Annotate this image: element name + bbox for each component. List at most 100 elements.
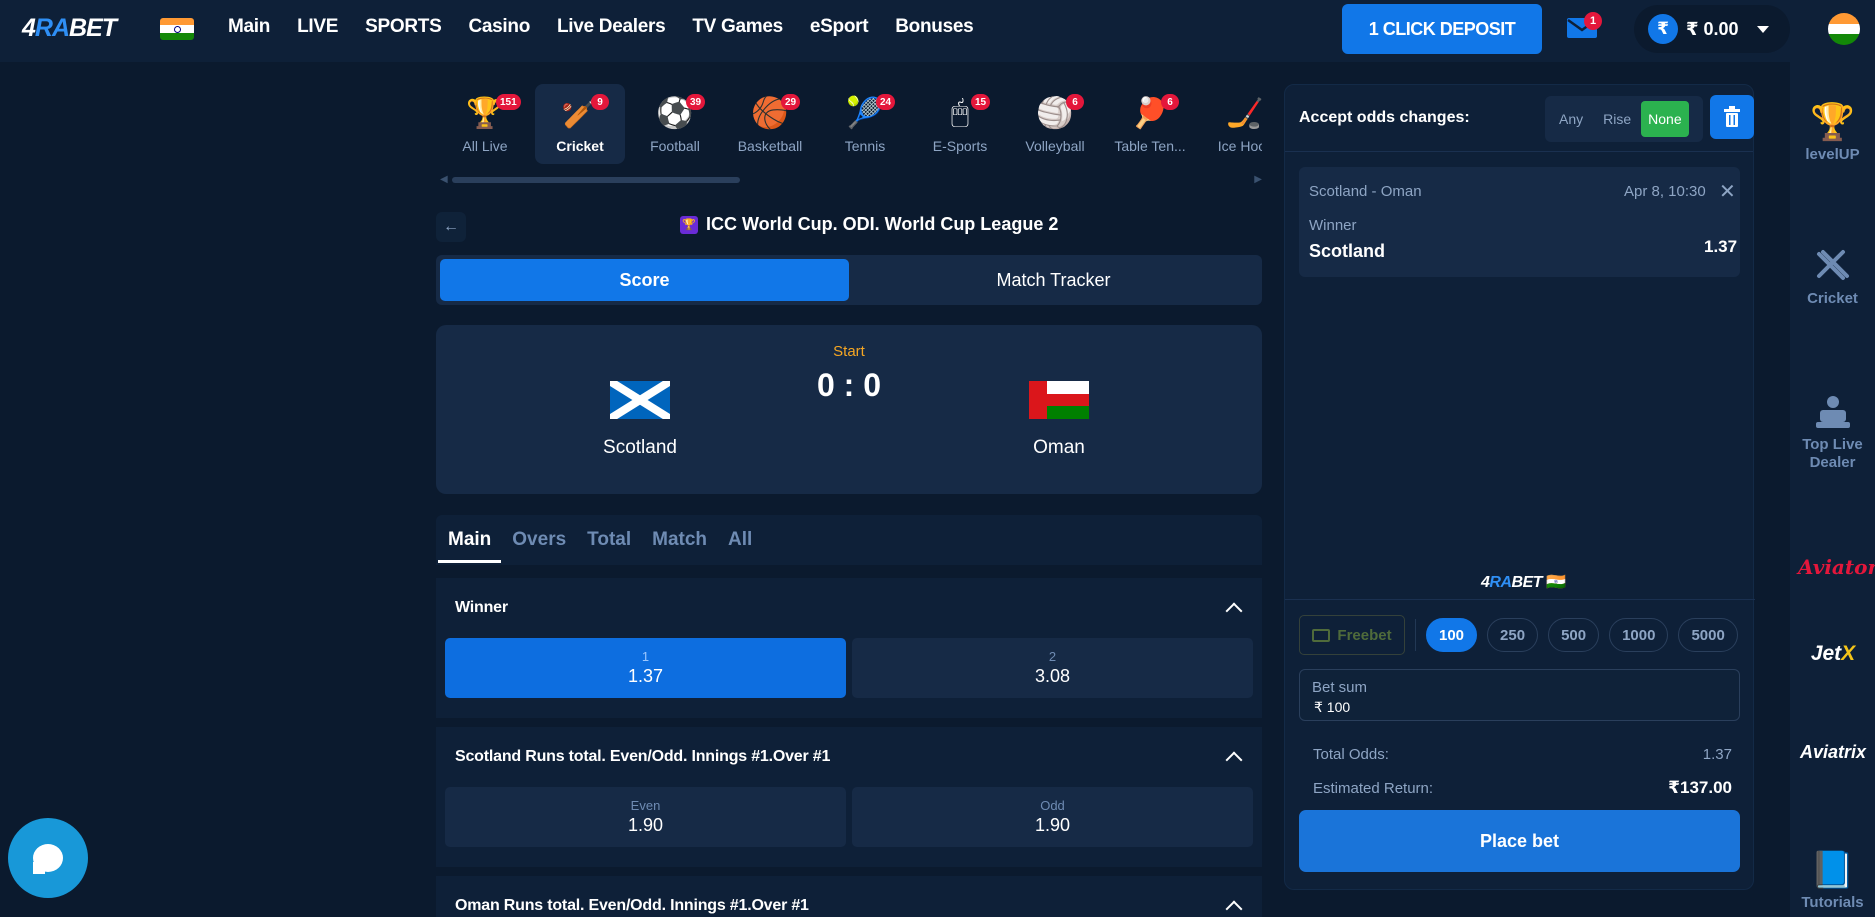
right-rail: 🏆 levelUP Cricket Top Live Dealer Aviator… [1790, 62, 1875, 917]
freebet-button[interactable]: Freebet [1299, 615, 1405, 655]
one-click-deposit-button[interactable]: 1 CLICK DEPOSIT [1342, 4, 1542, 54]
market-header[interactable]: Oman Runs total. Even/Odd. Innings #1.Ov… [436, 876, 1262, 917]
market-header[interactable]: Winner [436, 578, 1262, 638]
aviatrix-logo[interactable]: Aviatrix [1794, 742, 1872, 763]
stake-chip[interactable]: 5000 [1678, 618, 1738, 652]
bet-teams: Scotland - Oman [1309, 183, 1422, 200]
sport-count-badge: 6 [1066, 94, 1084, 110]
clear-slip-button[interactable] [1710, 95, 1754, 139]
team-name: Scotland [603, 437, 677, 458]
bet-sum-field[interactable]: Bet sum ₹ 100 [1299, 669, 1740, 721]
rail-levelup[interactable]: 🏆 levelUP [1790, 98, 1875, 164]
tab-match-tracker[interactable]: Match Tracker [849, 259, 1258, 301]
nav-live-dealers[interactable]: Live Dealers [557, 16, 666, 38]
team-home: Scotland [560, 381, 720, 459]
nav-live[interactable]: LIVE [297, 16, 338, 38]
sport-label: E-Sports [932, 138, 988, 154]
sport-count-badge: 24 [876, 94, 896, 110]
odd-button[interactable]: 1 1.37 [445, 638, 846, 698]
stake-chip[interactable]: 100 [1426, 618, 1478, 652]
sport-volleyball[interactable]: 🏐 6 Volleyball [1010, 84, 1100, 164]
sport-football[interactable]: ⚽ 39 Football [630, 84, 720, 164]
nav-bonuses[interactable]: Bonuses [895, 16, 973, 38]
jetx-logo[interactable]: JetX [1798, 642, 1868, 666]
sport-count-badge: 29 [781, 94, 801, 110]
site-logo[interactable]: 4RABET [22, 14, 117, 43]
avatar[interactable] [1828, 13, 1860, 45]
place-bet-button[interactable]: Place bet [1299, 810, 1740, 872]
sport-label: Volleyball [1025, 138, 1085, 154]
nav-casino[interactable]: Casino [468, 16, 530, 38]
sports-scrollbar[interactable]: ◀ ▶ [440, 174, 1262, 185]
accept-option-any[interactable]: Any [1549, 101, 1593, 137]
bet-time: Apr 8, 10:30 [1624, 183, 1706, 200]
tab-score[interactable]: Score [440, 259, 849, 301]
chevron-down-icon [1756, 25, 1769, 33]
sport-basketball[interactable]: 🏀 29 Basketball [725, 84, 815, 164]
sport-label: Tennis [844, 138, 886, 154]
market-header[interactable]: Scotland Runs total. Even/Odd. Innings #… [436, 727, 1262, 787]
match-state: Start [833, 343, 865, 360]
dealer-icon [1808, 388, 1858, 436]
trophy-icon: 🏆 [1810, 101, 1855, 142]
sport-table-tennis[interactable]: 🏓 6 Table Ten... [1105, 84, 1195, 164]
nav-esport[interactable]: eSport [810, 16, 869, 38]
estimated-return-value: ₹137.00 [1668, 778, 1732, 797]
scroll-right-icon[interactable]: ▶ [1254, 174, 1262, 185]
bet-market: Winner [1309, 217, 1357, 234]
sport-label: Football [650, 138, 700, 154]
oman-flag-icon [1029, 381, 1089, 420]
close-icon[interactable]: ✕ [1719, 179, 1736, 204]
back-button[interactable]: ← [436, 212, 466, 242]
sport-ice-hockey[interactable]: 🏒 Ice Hock [1200, 84, 1262, 164]
ticket-icon [1312, 628, 1331, 642]
chevron-up-icon[interactable] [1225, 602, 1243, 620]
tab-all[interactable]: All [728, 515, 752, 565]
tab-main[interactable]: Main [437, 515, 502, 565]
slip-header: Accept odds changes: Any Rise None [1285, 85, 1754, 152]
chat-button[interactable] [8, 818, 88, 898]
odd-button[interactable]: 2 3.08 [852, 638, 1253, 698]
odd-button[interactable]: Even 1.90 [445, 787, 846, 847]
scoreboard: Start 0 : 0 Scotland Oman [436, 325, 1262, 494]
sport-label: All Live [462, 138, 508, 154]
nav-sports[interactable]: SPORTS [365, 16, 442, 38]
tab-match[interactable]: Match [652, 515, 707, 565]
bet-pick: Scotland [1309, 241, 1386, 261]
sport-esports[interactable]: 🖱 15 E-Sports [915, 84, 1005, 164]
cricket-icon [1808, 242, 1858, 290]
rail-tutorials[interactable]: 📘 Tutorials [1790, 846, 1875, 912]
main-nav: Main LIVE SPORTS Casino Live Dealers TV … [228, 16, 1000, 38]
total-odds-value: 1.37 [1702, 745, 1732, 763]
balance-value: ₹ 0.00 [1686, 18, 1739, 39]
accept-option-none[interactable]: None [1641, 101, 1689, 137]
rail-cricket[interactable]: Cricket [1790, 242, 1875, 308]
chevron-up-icon[interactable] [1225, 751, 1243, 769]
sport-tennis[interactable]: 🎾 24 Tennis [820, 84, 910, 164]
india-flag-icon[interactable] [160, 18, 194, 40]
accept-option-rise[interactable]: Rise [1593, 101, 1641, 137]
market-scotland-even-odd: Scotland Runs total. Even/Odd. Innings #… [436, 727, 1262, 867]
bet-sum-value[interactable]: ₹ 100 [1314, 699, 1350, 716]
stake-chip[interactable]: 250 [1487, 618, 1539, 652]
sport-label: Table Ten... [1114, 138, 1186, 154]
sport-cricket[interactable]: 🏏 9 Cricket [535, 84, 625, 164]
balance-dropdown[interactable]: ₹ ₹ 0.00 [1634, 5, 1790, 53]
sport-count-badge: 9 [591, 94, 609, 110]
ice-hockey-icon: 🏒 [1226, 96, 1262, 130]
stake-chip[interactable]: 1000 [1609, 618, 1669, 652]
scrollbar-thumb[interactable] [452, 177, 740, 183]
rail-top-live-dealer[interactable]: Top Live Dealer [1790, 388, 1875, 472]
stake-chip[interactable]: 500 [1548, 618, 1600, 652]
aviator-logo[interactable]: Aviator [1798, 555, 1875, 579]
tab-total[interactable]: Total [587, 515, 631, 565]
market-title: Oman Runs total. Even/Odd. Innings #1.Ov… [455, 897, 809, 914]
chevron-up-icon[interactable] [1225, 900, 1243, 917]
nav-tv-games[interactable]: TV Games [692, 16, 783, 38]
odd-button[interactable]: Odd 1.90 [852, 787, 1253, 847]
trash-icon [1724, 106, 1740, 127]
tab-overs[interactable]: Overs [512, 515, 566, 565]
nav-main[interactable]: Main [228, 16, 270, 38]
scroll-left-icon[interactable]: ◀ [440, 174, 448, 185]
sport-all-live[interactable]: 🏆 151 All Live [440, 84, 530, 164]
